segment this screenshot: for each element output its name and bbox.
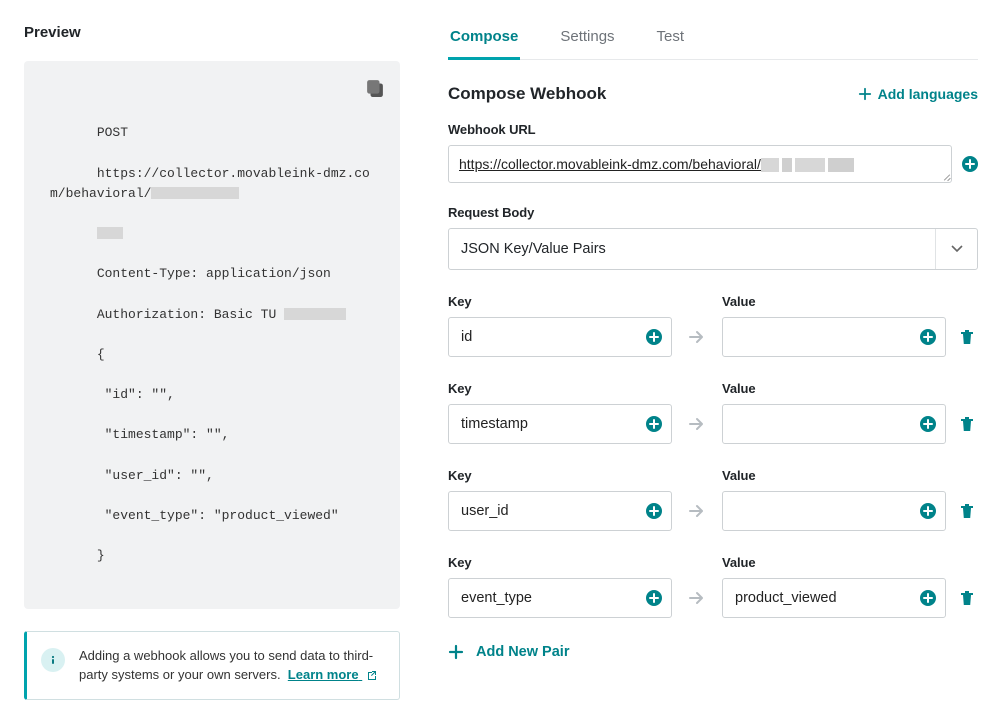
copy-icon[interactable]: [366, 79, 384, 97]
key-input[interactable]: [448, 404, 672, 444]
compose-heading: Compose Webhook: [448, 84, 606, 104]
insert-token-button[interactable]: [646, 329, 662, 345]
body-line: "timestamp": "",: [97, 427, 230, 442]
delete-row-button[interactable]: [956, 404, 978, 444]
insert-token-button[interactable]: [920, 416, 936, 432]
redacted-segment: [284, 308, 346, 320]
kv-row: Key Value: [448, 381, 978, 444]
insert-token-button[interactable]: [646, 590, 662, 606]
trash-icon: [958, 328, 976, 346]
body-line: {: [97, 347, 105, 362]
tabs: Compose Settings Test: [448, 24, 978, 60]
preview-title: Preview: [24, 24, 400, 41]
value-label: Value: [722, 555, 946, 570]
tab-test[interactable]: Test: [655, 24, 687, 59]
auth-header: Authorization: Basic TU: [97, 307, 276, 322]
key-input[interactable]: [448, 491, 672, 531]
content-type-header: Content-Type: application/json: [97, 266, 331, 281]
plus-icon: [448, 644, 464, 660]
value-label: Value: [722, 468, 946, 483]
add-new-pair-button[interactable]: Add New Pair: [448, 644, 569, 660]
trash-icon: [958, 589, 976, 607]
delete-row-button[interactable]: [956, 578, 978, 618]
webhook-url-input[interactable]: https://collector.movableink-dmz.com/beh…: [448, 145, 952, 183]
learn-more-link[interactable]: Learn more: [288, 667, 376, 682]
key-label: Key: [448, 468, 672, 483]
body-line: "user_id": "",: [97, 468, 214, 483]
kv-row: Key Value: [448, 555, 978, 618]
request-body-select[interactable]: JSON Key/Value Pairs: [448, 228, 978, 270]
insert-token-button[interactable]: [646, 503, 662, 519]
trash-icon: [958, 415, 976, 433]
body-line: "event_type": "product_viewed": [97, 508, 339, 523]
arrow-right-icon: [682, 404, 712, 444]
value-input[interactable]: [722, 317, 946, 357]
preview-code-block: POST https://collector.movableink-dmz.co…: [24, 61, 400, 609]
tab-settings[interactable]: Settings: [558, 24, 616, 59]
insert-token-button[interactable]: [920, 503, 936, 519]
plus-icon: [858, 87, 872, 101]
info-icon: [41, 648, 65, 672]
add-token-button[interactable]: [962, 156, 978, 172]
http-method: POST: [97, 125, 128, 140]
tab-compose[interactable]: Compose: [448, 24, 520, 60]
external-link-icon: [364, 668, 376, 680]
insert-token-button[interactable]: [920, 329, 936, 345]
kv-row: Key Value: [448, 294, 978, 357]
value-label: Value: [722, 381, 946, 396]
key-label: Key: [448, 381, 672, 396]
redacted-segment: [151, 187, 239, 199]
value-input[interactable]: [722, 404, 946, 444]
select-value: JSON Key/Value Pairs: [449, 241, 935, 257]
body-line: "id": "",: [97, 387, 175, 402]
value-label: Value: [722, 294, 946, 309]
info-callout: Adding a webhook allows you to send data…: [24, 631, 400, 700]
insert-token-button[interactable]: [920, 590, 936, 606]
key-label: Key: [448, 555, 672, 570]
request-body-label: Request Body: [448, 205, 978, 220]
body-line: }: [97, 548, 105, 563]
insert-token-button[interactable]: [646, 416, 662, 432]
chevron-down-icon: [935, 229, 977, 269]
arrow-right-icon: [682, 578, 712, 618]
trash-icon: [958, 502, 976, 520]
delete-row-button[interactable]: [956, 317, 978, 357]
delete-row-button[interactable]: [956, 491, 978, 531]
value-input[interactable]: [722, 578, 946, 618]
key-input[interactable]: [448, 317, 672, 357]
kv-row: Key Value: [448, 468, 978, 531]
redacted-segment: [97, 227, 123, 239]
value-input[interactable]: [722, 491, 946, 531]
webhook-url-label: Webhook URL: [448, 122, 978, 137]
add-languages-button[interactable]: Add languages: [858, 86, 978, 102]
arrow-right-icon: [682, 491, 712, 531]
arrow-right-icon: [682, 317, 712, 357]
key-input[interactable]: [448, 578, 672, 618]
key-label: Key: [448, 294, 672, 309]
